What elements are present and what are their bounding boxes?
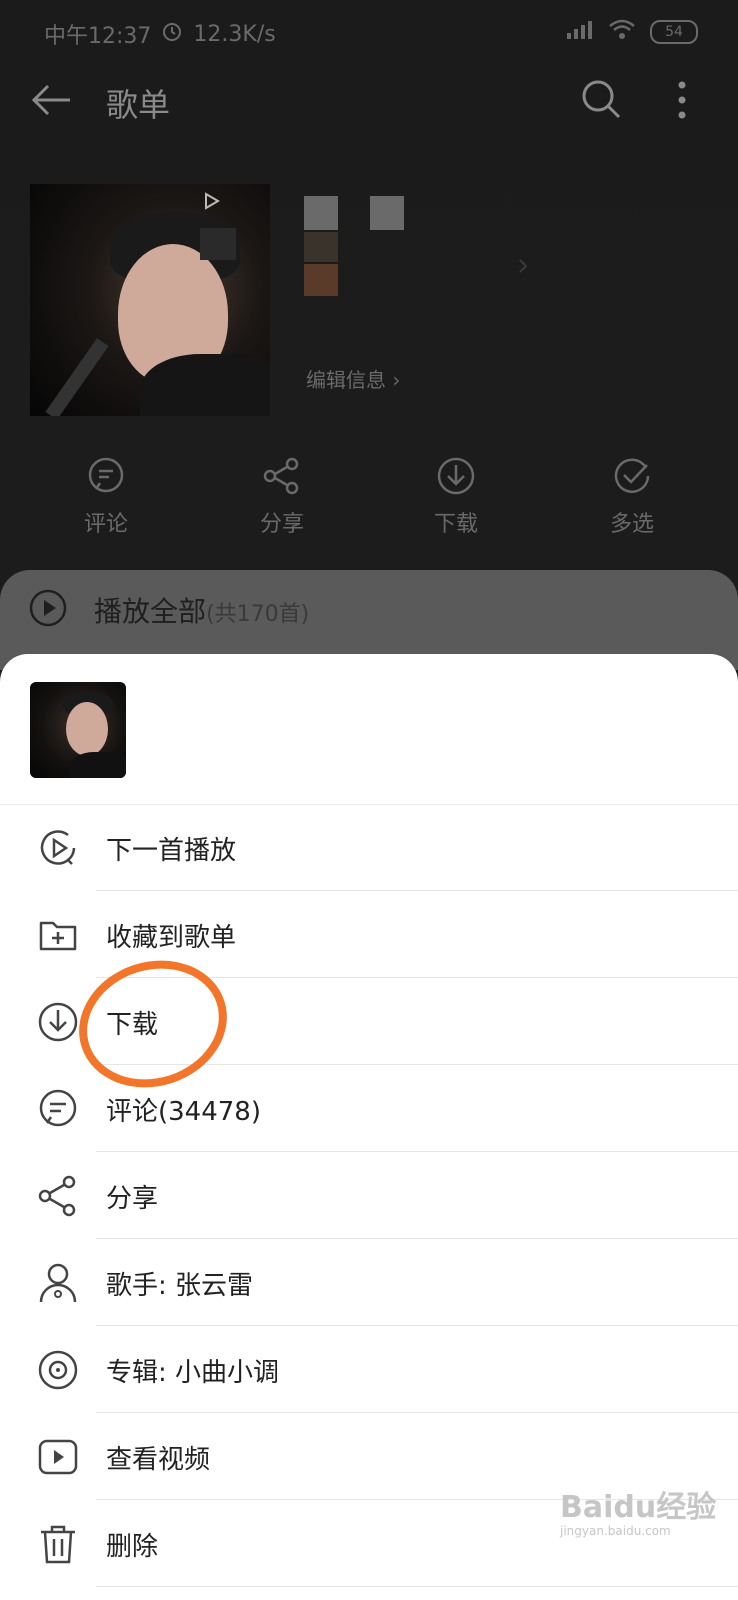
comment-button[interactable]: 评论 bbox=[46, 456, 166, 538]
sheet-header bbox=[0, 654, 738, 804]
censor-block bbox=[304, 232, 338, 262]
playlist-actions: 评论 分享 下载 多选 bbox=[0, 456, 738, 546]
song-options-sheet: 下一首播放 收藏到歌单 下载 评论(34478) 分享 歌手: 张云雷 专辑: … bbox=[0, 654, 738, 1600]
menu-item-label: 评论(34478) bbox=[106, 1097, 261, 1127]
top-bar: 歌单 bbox=[0, 66, 738, 136]
download-icon bbox=[38, 1002, 78, 1042]
menu-item-artist[interactable]: 歌手: 张云雷 bbox=[0, 1239, 738, 1326]
menu-item-play-next[interactable]: 下一首播放 bbox=[0, 804, 738, 891]
play-circle-icon bbox=[28, 588, 68, 632]
song-options-menu: 下一首播放 收藏到歌单 下载 评论(34478) 分享 歌手: 张云雷 专辑: … bbox=[0, 804, 738, 1587]
censor-block bbox=[370, 196, 404, 230]
network-speed: 12.3K/s bbox=[193, 21, 276, 47]
battery-indicator: 54 bbox=[650, 20, 698, 44]
album-icon bbox=[38, 1350, 78, 1390]
menu-item-label: 歌手: 张云雷 bbox=[106, 1271, 254, 1301]
share-icon bbox=[38, 1175, 76, 1217]
comment-icon bbox=[88, 457, 124, 493]
menu-item-label: 查看视频 bbox=[106, 1445, 211, 1475]
play-triangle-icon bbox=[204, 192, 220, 214]
multiselect-label: 多选 bbox=[609, 512, 654, 537]
download-button[interactable]: 下载 bbox=[396, 456, 516, 538]
download-label: 下载 bbox=[433, 512, 478, 537]
play-all-label: 播放全部 bbox=[94, 595, 207, 628]
watermark-text: Baidu经验 bbox=[560, 1490, 717, 1525]
chevron-right-icon bbox=[518, 258, 528, 278]
menu-item-label: 收藏到歌单 bbox=[106, 923, 237, 953]
menu-item-album[interactable]: 专辑: 小曲小调 bbox=[0, 1326, 738, 1413]
search-icon[interactable] bbox=[580, 78, 622, 124]
comment-icon bbox=[39, 1089, 77, 1127]
multiselect-button[interactable]: 多选 bbox=[572, 456, 692, 538]
watermark-sub: jingyan.baidu.com bbox=[560, 1524, 671, 1538]
censor-block bbox=[200, 228, 236, 260]
back-arrow-icon[interactable] bbox=[30, 82, 72, 122]
censor-block bbox=[304, 196, 338, 230]
wifi-icon bbox=[608, 18, 636, 46]
status-bar: 中午12:37 12.3K/s 54 bbox=[0, 0, 738, 66]
censor-block bbox=[304, 264, 338, 296]
multiselect-icon bbox=[614, 458, 650, 493]
page-title: 歌单 bbox=[106, 86, 171, 124]
play-all-count: (共170首) bbox=[206, 602, 310, 627]
comment-label: 评论 bbox=[83, 512, 128, 537]
edit-info-link[interactable]: 编辑信息 › bbox=[306, 364, 400, 393]
trash-icon bbox=[41, 1525, 75, 1564]
add-to-playlist-icon bbox=[39, 921, 77, 951]
artist-icon bbox=[39, 1263, 77, 1303]
divider bbox=[96, 1586, 738, 1587]
alarm-icon bbox=[161, 20, 183, 48]
share-button[interactable]: 分享 bbox=[222, 456, 342, 538]
menu-item-label: 删除 bbox=[106, 1532, 159, 1562]
share-icon bbox=[263, 457, 299, 495]
song-thumbnail bbox=[30, 682, 126, 778]
more-options-icon[interactable] bbox=[676, 80, 688, 124]
baidu-watermark: Baidu经验 jingyan.baidu.com bbox=[560, 1482, 716, 1538]
menu-item-share[interactable]: 分享 bbox=[0, 1152, 738, 1239]
video-icon bbox=[38, 1439, 78, 1475]
share-label: 分享 bbox=[259, 512, 304, 537]
menu-item-label: 分享 bbox=[106, 1184, 159, 1214]
signal-icon bbox=[566, 19, 594, 45]
playlist-cover[interactable] bbox=[30, 184, 270, 416]
play-next-icon bbox=[40, 830, 76, 865]
menu-item-label: 专辑: 小曲小调 bbox=[106, 1358, 280, 1388]
download-icon bbox=[437, 457, 475, 495]
menu-item-label: 下一首播放 bbox=[106, 836, 237, 866]
menu-item-add-to-playlist[interactable]: 收藏到歌单 bbox=[0, 891, 738, 978]
status-time: 中午12:37 bbox=[44, 24, 152, 49]
